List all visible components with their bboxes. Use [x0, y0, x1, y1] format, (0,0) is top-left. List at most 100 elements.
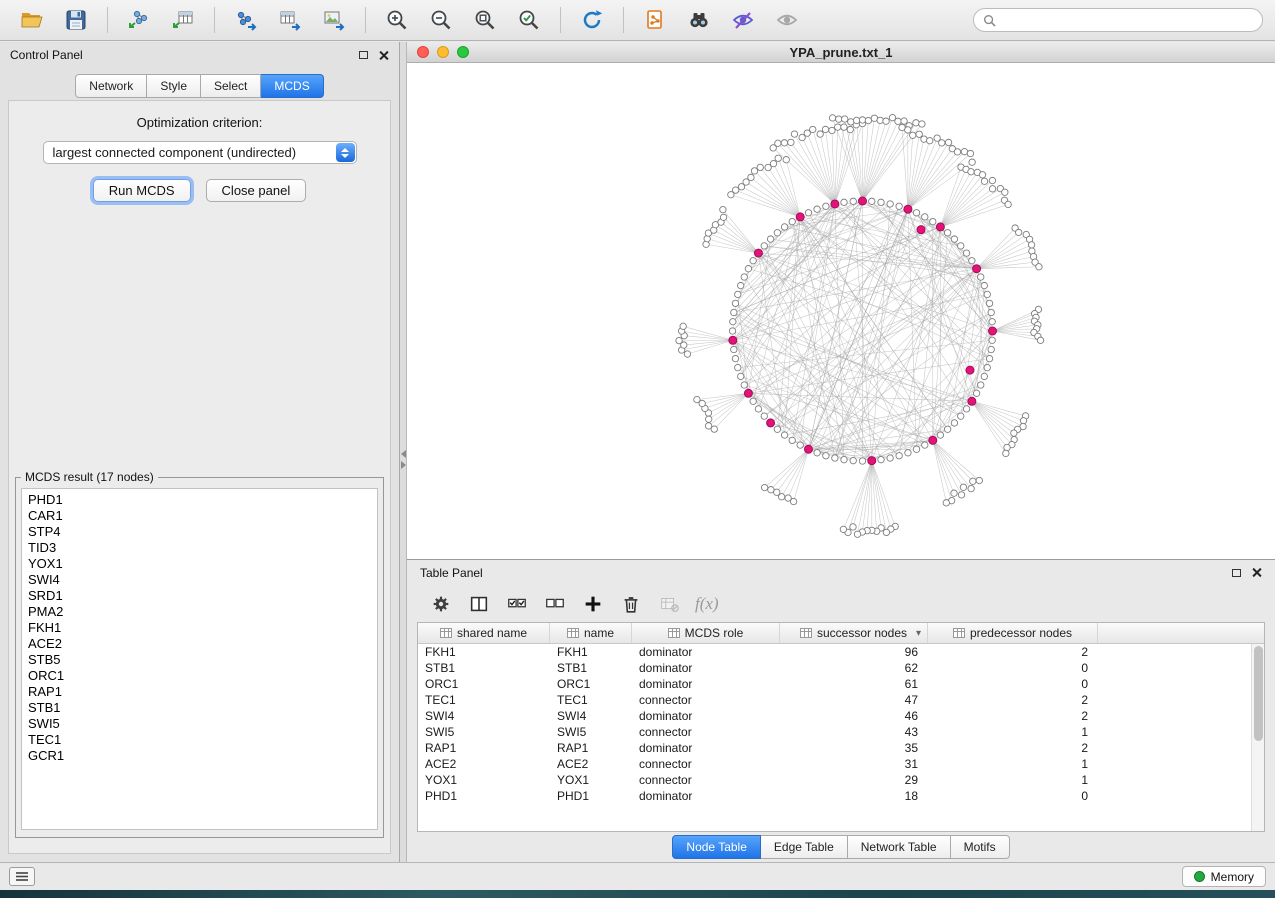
- network-titlebar[interactable]: YPA_prune.txt_1: [407, 42, 1275, 63]
- save-icon: [64, 8, 88, 32]
- mcds-result-item[interactable]: FKH1: [28, 620, 371, 636]
- control-panel: Control Panel NetworkStyleSelectMCDS Opt…: [0, 42, 400, 862]
- sort-chevron-icon[interactable]: ▾: [916, 628, 921, 639]
- network-canvas[interactable]: [407, 63, 1275, 559]
- column-header-name[interactable]: name: [550, 623, 632, 643]
- function-builder-button[interactable]: f(x): [695, 594, 719, 614]
- tab-node-table[interactable]: Node Table: [672, 835, 761, 859]
- tab-network-table[interactable]: Network Table: [848, 835, 951, 859]
- show-all-button[interactable]: [767, 4, 807, 36]
- table-row[interactable]: SWI4SWI4dominator462: [418, 708, 1251, 724]
- select-all-button[interactable]: [505, 592, 529, 616]
- close-panel-button[interactable]: Close panel: [206, 179, 307, 202]
- tab-network[interactable]: Network: [75, 74, 147, 98]
- mcds-result-item[interactable]: YOX1: [28, 556, 371, 572]
- zoom-in-button[interactable]: [377, 4, 417, 36]
- share-document-button[interactable]: [635, 4, 675, 36]
- mcds-result-item[interactable]: STB5: [28, 652, 371, 668]
- table-row[interactable]: STB1STB1dominator620: [418, 660, 1251, 676]
- delete-column-button[interactable]: [619, 592, 643, 616]
- table-scrollbar[interactable]: [1251, 644, 1264, 831]
- table-panel-title: Table Panel: [420, 566, 483, 580]
- mcds-result-item[interactable]: CAR1: [28, 508, 371, 524]
- mcds-result-item[interactable]: PMA2: [28, 604, 371, 620]
- table-row[interactable]: RAP1RAP1dominator352: [418, 740, 1251, 756]
- float-table-panel-icon[interactable]: [1232, 569, 1241, 577]
- show-columns-button[interactable]: [467, 592, 491, 616]
- table-row[interactable]: ACE2ACE2connector311: [418, 756, 1251, 772]
- export-table-button[interactable]: [270, 4, 310, 36]
- mcds-panel: Optimization criterion: largest connecte…: [8, 100, 391, 854]
- window-minimize-button[interactable]: [437, 46, 449, 58]
- cell-shared-name: STB1: [418, 660, 550, 676]
- add-column-button[interactable]: [581, 592, 605, 616]
- run-mcds-button[interactable]: Run MCDS: [93, 179, 191, 202]
- table-row[interactable]: YOX1YOX1connector291: [418, 772, 1251, 788]
- import-table-button[interactable]: [163, 4, 203, 36]
- mcds-result-item[interactable]: GCR1: [28, 748, 371, 764]
- memory-status-icon: [1194, 871, 1205, 882]
- mcds-result-list[interactable]: PHD1CAR1STP4TID3YOX1SWI4SRD1PMA2FKH1ACE2…: [21, 488, 378, 830]
- table-disabled-icon: [658, 593, 680, 615]
- cell-predecessor-nodes: 1: [928, 724, 1098, 740]
- import-network-button[interactable]: [119, 4, 159, 36]
- mcds-result-item[interactable]: ACE2: [28, 636, 371, 652]
- open-folder-button[interactable]: [12, 4, 52, 36]
- table-row[interactable]: PHD1PHD1dominator180: [418, 788, 1251, 804]
- float-panel-icon[interactable]: [359, 51, 368, 59]
- network-graph[interactable]: [407, 63, 1275, 559]
- panel-splitter[interactable]: [400, 42, 407, 862]
- share-document-icon: [643, 8, 667, 32]
- mcds-result-item[interactable]: ORC1: [28, 668, 371, 684]
- column-header-shared-name[interactable]: shared name: [418, 623, 550, 643]
- tab-mcds[interactable]: MCDS: [261, 74, 323, 98]
- zoom-fit-button[interactable]: [465, 4, 505, 36]
- mcds-result-item[interactable]: SWI5: [28, 716, 371, 732]
- show-panels-button[interactable]: [9, 867, 35, 886]
- search-network-button[interactable]: [679, 4, 719, 36]
- export-image-button[interactable]: [314, 4, 354, 36]
- scrollbar-thumb[interactable]: [1254, 646, 1263, 741]
- window-close-button[interactable]: [417, 46, 429, 58]
- zoom-selected-button[interactable]: [509, 4, 549, 36]
- zoom-out-button[interactable]: [421, 4, 461, 36]
- criterion-dropdown[interactable]: largest connected component (undirected): [43, 141, 357, 164]
- search-input[interactable]: [1002, 13, 1253, 27]
- import-network-icon: [127, 8, 151, 32]
- table-settings-button[interactable]: [429, 592, 453, 616]
- close-table-panel-icon[interactable]: [1251, 567, 1262, 578]
- mcds-result-item[interactable]: PHD1: [28, 492, 371, 508]
- show-graphics-details-button[interactable]: [723, 4, 763, 36]
- table-row[interactable]: FKH1FKH1dominator962: [418, 644, 1251, 660]
- tab-motifs[interactable]: Motifs: [951, 835, 1010, 859]
- mcds-result-item[interactable]: SRD1: [28, 588, 371, 604]
- column-header-MCDS-role[interactable]: MCDS role: [632, 623, 780, 643]
- cell-successor-nodes: 47: [780, 692, 928, 708]
- column-header-predecessor-nodes[interactable]: predecessor nodes: [928, 623, 1098, 643]
- global-search[interactable]: [973, 8, 1263, 32]
- column-header-successor-nodes[interactable]: successor nodes▾: [780, 623, 928, 643]
- table-row[interactable]: SWI5SWI5connector431: [418, 724, 1251, 740]
- table-row[interactable]: ORC1ORC1dominator610: [418, 676, 1251, 692]
- tab-select[interactable]: Select: [201, 74, 261, 98]
- export-network-button[interactable]: [226, 4, 266, 36]
- refresh-button[interactable]: [572, 4, 612, 36]
- splitter-arrows-icon[interactable]: [400, 450, 407, 469]
- refresh-icon: [580, 8, 604, 32]
- tab-edge-table[interactable]: Edge Table: [761, 835, 848, 859]
- table-row[interactable]: TEC1TEC1connector472: [418, 692, 1251, 708]
- mcds-result-item[interactable]: STP4: [28, 524, 371, 540]
- mcds-result-item[interactable]: TEC1: [28, 732, 371, 748]
- import-table-disabled-button: [657, 592, 681, 616]
- window-zoom-button[interactable]: [457, 46, 469, 58]
- save-button[interactable]: [56, 4, 96, 36]
- cell-successor-nodes: 43: [780, 724, 928, 740]
- close-panel-icon[interactable]: [378, 50, 389, 61]
- mcds-result-item[interactable]: SWI4: [28, 572, 371, 588]
- memory-button[interactable]: Memory: [1182, 866, 1266, 887]
- mcds-result-item[interactable]: STB1: [28, 700, 371, 716]
- deselect-all-button[interactable]: [543, 592, 567, 616]
- mcds-result-item[interactable]: RAP1: [28, 684, 371, 700]
- tab-style[interactable]: Style: [147, 74, 201, 98]
- mcds-result-item[interactable]: TID3: [28, 540, 371, 556]
